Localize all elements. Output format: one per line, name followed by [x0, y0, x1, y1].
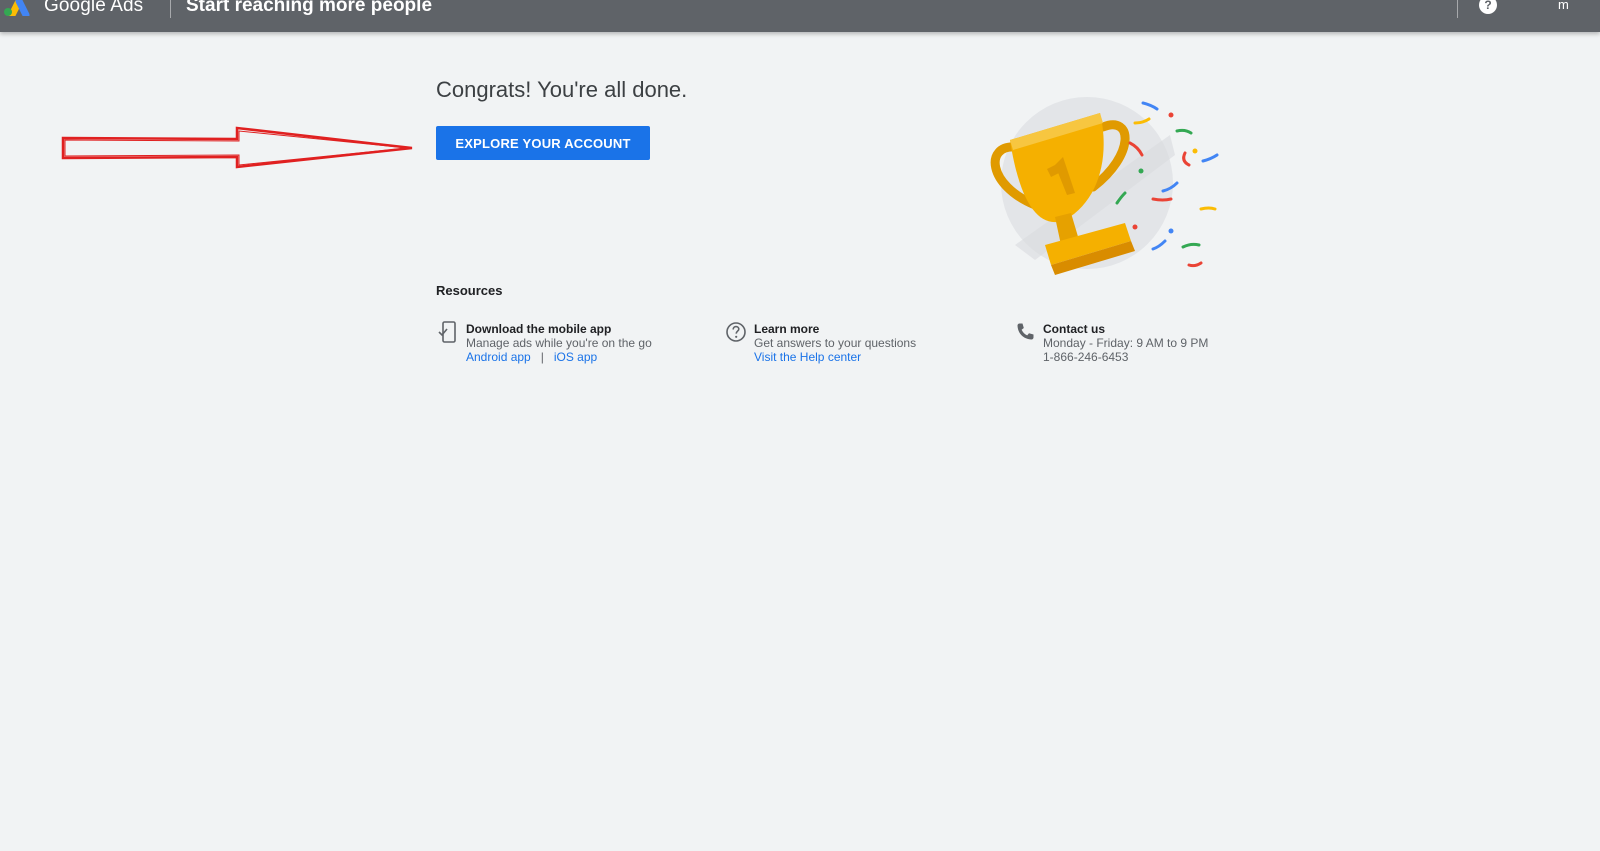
- resource-contact-us: Contact us Monday - Friday: 9 AM to 9 PM…: [1013, 320, 1273, 368]
- resource-mobile-app: Download the mobile app Manage ads while…: [436, 320, 696, 368]
- help-center-link[interactable]: Visit the Help center: [754, 350, 861, 364]
- resource-description: Manage ads while you're on the go: [466, 336, 652, 350]
- phone-number: 1-866-246-6453: [1043, 350, 1129, 364]
- phone-icon: [1017, 323, 1034, 340]
- congrats-heading: Congrats! You're all done.: [436, 77, 688, 102]
- resource-title: Learn more: [754, 322, 820, 336]
- resource-description: Get answers to your questions: [754, 336, 917, 350]
- google-ads-logo-icon[interactable]: [2, 0, 32, 16]
- annotation-arrow: [61, 126, 413, 169]
- help-icon[interactable]: ?: [1478, 0, 1498, 15]
- resources-heading: Resources: [436, 283, 503, 298]
- resource-title: Contact us: [1043, 322, 1106, 336]
- svg-text:?: ?: [1484, 0, 1491, 12]
- phone-check-icon: [438, 321, 456, 343]
- page-title: Start reaching more people: [186, 0, 433, 16]
- account-avatar[interactable]: m: [1558, 0, 1569, 12]
- trophy-illustration: [990, 97, 1219, 275]
- resource-learn-more: Learn more Get answers to your questions…: [724, 320, 984, 368]
- product-name: Google Ads: [44, 0, 144, 16]
- header-divider: [170, 0, 171, 18]
- explore-account-button[interactable]: EXPLORE YOUR ACCOUNT: [436, 126, 650, 160]
- link-separator: |: [540, 350, 544, 364]
- android-app-link[interactable]: Android app: [466, 350, 531, 364]
- header-right-divider: [1457, 0, 1458, 18]
- resource-title: Download the mobile app: [466, 322, 612, 336]
- resource-description: Monday - Friday: 9 AM to 9 PM: [1043, 336, 1209, 350]
- top-app-bar: Google Ads Start reaching more people ? …: [0, 0, 1600, 32]
- help-outline-icon: [726, 322, 746, 342]
- ios-app-link[interactable]: iOS app: [554, 350, 597, 364]
